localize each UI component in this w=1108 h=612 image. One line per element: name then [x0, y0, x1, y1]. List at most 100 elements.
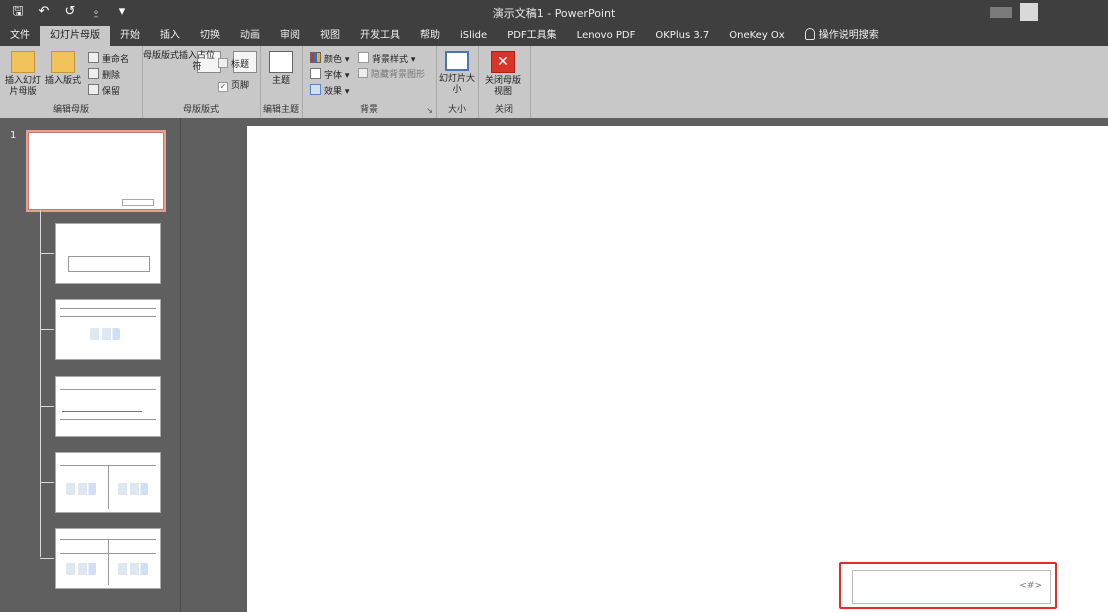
- themes-label: 主题: [271, 76, 290, 86]
- lightbulb-icon: [804, 28, 815, 40]
- hide-background-graphics-checkbox[interactable]: 隐藏背景图形: [358, 68, 425, 81]
- tab-15[interactable]: 操作说明搜索: [795, 26, 889, 46]
- layout-thumbnail-section[interactable]: [55, 376, 161, 437]
- tab-5[interactable]: 动画: [230, 26, 270, 46]
- tab-6[interactable]: 审阅: [270, 26, 310, 46]
- content-icons: [66, 563, 96, 575]
- tab-label: 开发工具: [360, 30, 400, 41]
- close-master-view-button[interactable]: ✕ 关闭母版视图: [484, 51, 522, 98]
- layout-tree-line: [40, 210, 41, 557]
- tab-7[interactable]: 视图: [310, 26, 350, 46]
- title-placeholder: [68, 256, 150, 272]
- insert-slide-master-button[interactable]: 插入幻灯片母版: [4, 51, 42, 98]
- insert-slide-master-label: 插入幻灯片母版: [4, 76, 41, 97]
- tab-label: 开始: [120, 30, 140, 41]
- group-label-background: 背景: [359, 105, 378, 115]
- title-checkbox[interactable]: 标题: [218, 58, 249, 71]
- tab-label: iSlide: [460, 30, 488, 41]
- tab-label: 幻灯片母版: [50, 30, 100, 41]
- tab-14[interactable]: OneKey Ox: [719, 26, 794, 46]
- colors-label: 颜色: [324, 55, 343, 65]
- tab-13[interactable]: OKPlus 3.7: [645, 26, 719, 46]
- layout-thumbnail-comparison[interactable]: [55, 528, 161, 589]
- dialog-launcher-icon[interactable]: ↘: [426, 106, 433, 115]
- tab-3[interactable]: 插入: [150, 26, 190, 46]
- delete-icon: [88, 68, 99, 79]
- colors-dropdown[interactable]: 颜色 ▾: [310, 52, 349, 66]
- tab-8[interactable]: 开发工具: [350, 26, 410, 46]
- title-check-box[interactable]: [218, 58, 228, 68]
- hide-background-check-box[interactable]: [358, 68, 368, 78]
- group-close: ✕ 关闭母版视图 关闭: [478, 46, 531, 118]
- user-avatar[interactable]: [1020, 3, 1038, 21]
- rename-label: 重命名: [102, 55, 130, 65]
- master-footer-placeholder: [122, 199, 154, 206]
- tab-label: Lenovo PDF: [576, 30, 636, 41]
- slide-master-thumbnail[interactable]: [26, 130, 166, 212]
- layout-line: [60, 419, 156, 420]
- master-layout-button[interactable]: 母版版式: [142, 51, 221, 73]
- tab-label: 帮助: [420, 30, 440, 41]
- tab-11[interactable]: PDF工具集: [497, 26, 566, 46]
- insert-placeholder-label: 插入占位符: [178, 51, 215, 72]
- slide-size-icon: [445, 51, 469, 71]
- layout-thumbnail-two-content[interactable]: [55, 452, 161, 513]
- slide-master-icon: [11, 51, 35, 73]
- background-styles-dropdown[interactable]: 背景样式 ▾: [358, 52, 415, 66]
- master-layout-label: 母版版式: [142, 51, 179, 61]
- rename-icon: [88, 52, 99, 63]
- content-icons: [118, 563, 148, 575]
- close-icon: ✕: [491, 51, 515, 73]
- rename-button[interactable]: 重命名: [88, 52, 129, 66]
- fonts-dropdown[interactable]: 字体 ▾: [310, 68, 349, 82]
- window-title: 演示文稿1 - PowerPoint: [492, 7, 616, 20]
- tab-0[interactable]: 文件: [0, 26, 40, 46]
- themes-button[interactable]: 主题: [262, 51, 300, 87]
- hide-background-label: 隐藏背景图形: [371, 70, 426, 80]
- colors-icon: [310, 52, 321, 63]
- tab-2[interactable]: 开始: [110, 26, 150, 46]
- slide-size-button[interactable]: 幻灯片大小: [438, 51, 476, 96]
- insert-layout-icon: [51, 51, 75, 73]
- tab-12[interactable]: Lenovo PDF: [567, 26, 646, 46]
- tab-4[interactable]: 切换: [190, 26, 230, 46]
- tree-branch: [40, 253, 54, 254]
- tree-branch: [40, 558, 54, 559]
- layout-line: [60, 389, 156, 390]
- effects-dropdown[interactable]: 效果 ▾: [310, 84, 349, 98]
- tab-label: 审阅: [280, 30, 300, 41]
- delete-button[interactable]: 删除: [88, 68, 120, 82]
- account-area[interactable]: [990, 7, 1012, 18]
- group-edit-theme: 主题 编辑主题: [260, 46, 303, 118]
- fonts-label: 字体: [324, 71, 343, 81]
- themes-icon: [269, 51, 293, 73]
- footer-check-box[interactable]: [218, 82, 228, 92]
- tab-9[interactable]: 帮助: [410, 26, 450, 46]
- tab-label: PDF工具集: [507, 30, 557, 41]
- preserve-button[interactable]: 保留: [88, 84, 120, 98]
- layout-thumbnail-content[interactable]: [55, 299, 161, 360]
- layout-line: [60, 308, 156, 309]
- tab-label: 动画: [240, 30, 260, 41]
- tab-label: 插入: [160, 30, 180, 41]
- footer-checkbox-label: 页脚: [231, 81, 250, 91]
- insert-layout-button[interactable]: 插入版式: [44, 51, 82, 87]
- layout-thumbnail-title[interactable]: [55, 223, 161, 284]
- insert-placeholder-button[interactable]: 插入占位符: [178, 51, 257, 73]
- group-edit-master: 插入幻灯片母版 插入版式 重命名 删除 保留 编辑母版: [0, 46, 143, 118]
- preserve-label: 保留: [102, 87, 121, 97]
- highlight-box: [839, 562, 1057, 609]
- layout-divider: [108, 539, 109, 585]
- tab-1[interactable]: 幻灯片母版: [40, 26, 110, 46]
- layout-line: [62, 411, 142, 412]
- tab-label: OKPlus 3.7: [655, 30, 710, 41]
- slide-canvas[interactable]: [247, 126, 1108, 612]
- slide-number: 1: [10, 130, 17, 141]
- footer-checkbox[interactable]: 页脚: [218, 80, 249, 92]
- tab-10[interactable]: iSlide: [450, 26, 497, 46]
- tab-label: 切换: [200, 30, 220, 41]
- background-styles-label: 背景样式: [372, 55, 409, 65]
- ribbon-tabs: 文件 幻灯片母版 开始 插入 切换 动画 审阅 视图 开发工具 帮助 iSlide PDF工具集 Len…: [0, 26, 1108, 46]
- group-label-close: 关闭: [494, 105, 513, 115]
- layout-divider: [108, 465, 109, 509]
